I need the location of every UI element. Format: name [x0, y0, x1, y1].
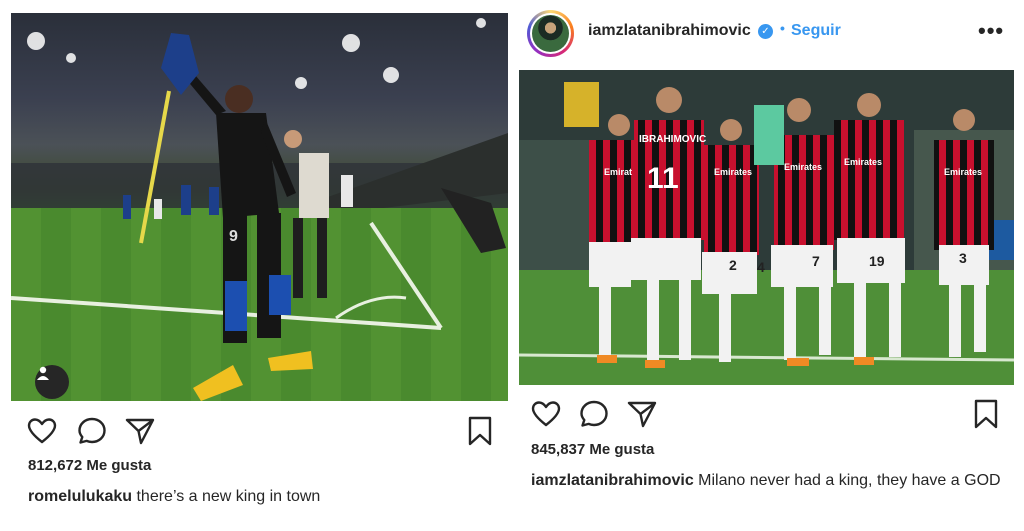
caption-text: Milano never had a king, they have a GOD: [698, 472, 1001, 489]
separator-dot: •: [780, 20, 785, 36]
post-caption: iamzlatanibrahimovic Milano never had a …: [531, 470, 1001, 492]
verified-badge-icon: ✓: [758, 24, 773, 39]
person-icon: [37, 366, 49, 380]
avatar[interactable]: [527, 10, 574, 57]
svg-text:7: 7: [812, 253, 820, 269]
svg-text:Emirat: Emirat: [604, 167, 632, 177]
svg-text:9: 9: [229, 228, 238, 245]
bookmark-icon[interactable]: [970, 398, 1002, 430]
heart-icon[interactable]: [26, 415, 58, 447]
svg-text:Emirates: Emirates: [944, 167, 982, 177]
caption-text: there’s a new king in town: [136, 488, 321, 505]
header-username[interactable]: iamzlatanibrahimovic: [588, 22, 751, 40]
svg-text:2: 2: [729, 257, 737, 273]
post-caption: romelulukaku there’s a new king in town: [28, 486, 498, 508]
comment-icon[interactable]: [578, 398, 610, 430]
stadium-scene-illustration: 9: [11, 18, 508, 401]
left-action-bar: [26, 415, 496, 451]
profile-picture: [532, 15, 569, 52]
svg-text:Emirates: Emirates: [714, 167, 752, 177]
svg-text:Emirates: Emirates: [784, 162, 822, 172]
caption-username[interactable]: romelulukaku: [28, 488, 132, 505]
svg-text:3: 3: [959, 250, 967, 266]
post-header: iamzlatanibrahimovic ✓ • Seguir •••: [512, 0, 1024, 66]
comment-icon[interactable]: [76, 415, 108, 447]
share-icon[interactable]: [626, 398, 658, 430]
more-options-icon[interactable]: •••: [978, 18, 1004, 44]
post-photo-celebration[interactable]: 9: [11, 13, 508, 401]
svg-text:IBRAHIMOVIC: IBRAHIMOVIC: [639, 134, 706, 145]
left-post: 9 812,672 Me gusta romelulukaku there’s …: [0, 0, 512, 531]
caption-username[interactable]: iamzlatanibrahimovic: [531, 472, 694, 489]
share-icon[interactable]: [124, 415, 156, 447]
likes-count[interactable]: 845,837 Me gusta: [531, 441, 654, 458]
follow-button[interactable]: Seguir: [791, 22, 841, 40]
right-post: iamzlatanibrahimovic ✓ • Seguir ••• IBRA…: [512, 0, 1024, 531]
team-celebration-illustration: IBRAHIMOVIC 11 Emirat Emirates Emirates …: [519, 70, 1014, 385]
svg-text:19: 19: [869, 253, 885, 269]
svg-text:4: 4: [757, 259, 765, 275]
post-photo-team-celebration[interactable]: IBRAHIMOVIC 11 Emirat Emirates Emirates …: [519, 70, 1014, 385]
svg-text:11: 11: [647, 162, 679, 195]
bookmark-icon[interactable]: [464, 415, 496, 447]
heart-icon[interactable]: [530, 398, 562, 430]
svg-text:Emirates: Emirates: [844, 157, 882, 167]
right-action-bar: [530, 398, 1010, 434]
user-tag-icon[interactable]: [35, 365, 69, 399]
likes-count[interactable]: 812,672 Me gusta: [28, 457, 151, 474]
